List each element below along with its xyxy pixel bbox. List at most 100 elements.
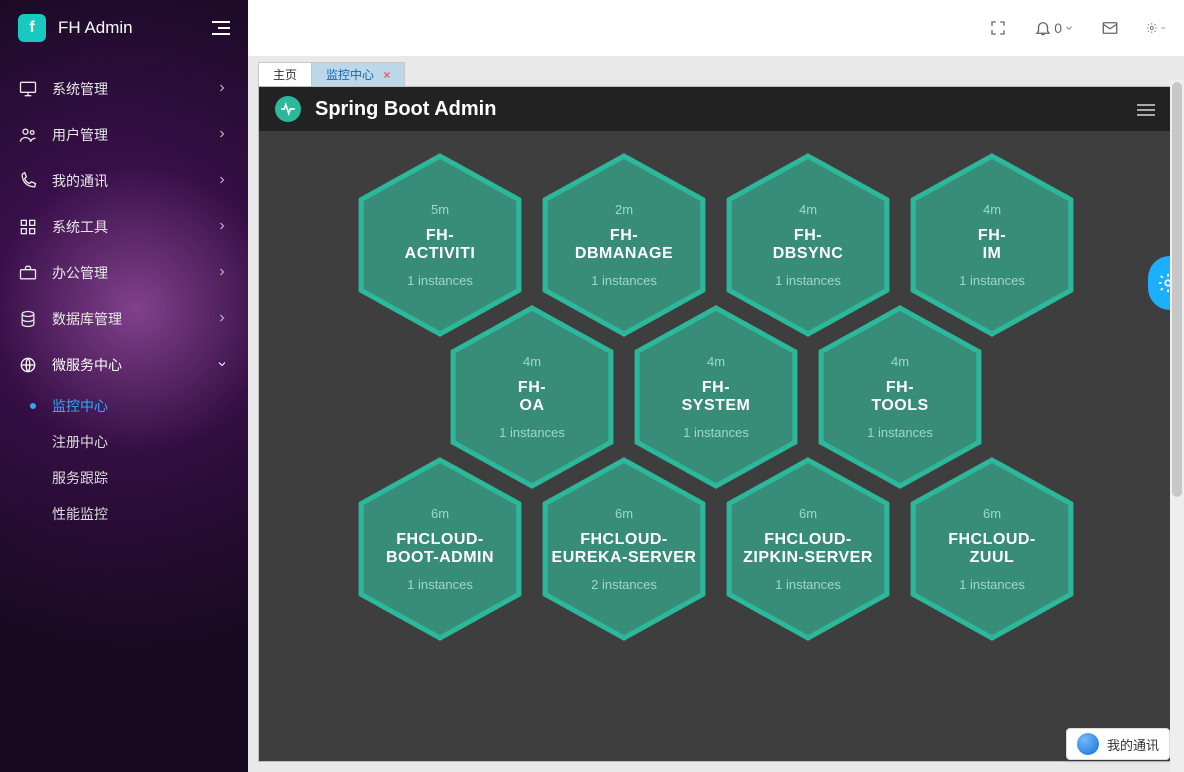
subnav-perf-monitor[interactable]: 性能监控 bbox=[0, 496, 248, 532]
content-wrap: 主页 监控中心 × Spring Boot Admin 5m FH- bbox=[248, 56, 1184, 772]
sidebar-subnav: 监控中心 注册中心 服务跟踪 性能监控 bbox=[0, 388, 248, 532]
sidebar-item-microservice-center[interactable]: 微服务中心 bbox=[0, 342, 248, 388]
settings-button[interactable] bbox=[1146, 18, 1166, 38]
tab-label: 主页 bbox=[273, 68, 297, 82]
avatar-icon bbox=[1077, 733, 1099, 755]
service-instances: 1 instances bbox=[499, 425, 565, 440]
service-instances: 1 instances bbox=[775, 577, 841, 592]
sidebar-item-system-manage[interactable]: 系统管理 bbox=[0, 66, 248, 112]
phone-icon bbox=[18, 171, 38, 191]
service-name: FH- SYSTEM bbox=[682, 379, 751, 416]
service-uptime: 4m bbox=[523, 354, 541, 369]
fullscreen-button[interactable] bbox=[988, 18, 1008, 38]
notif-count: 0 bbox=[1054, 20, 1062, 36]
service-instances: 1 instances bbox=[683, 425, 749, 440]
hex-content: 6m FHCLOUD- ZUUL 1 instances bbox=[906, 455, 1078, 643]
heartbeat-icon bbox=[275, 96, 301, 122]
notifications-button[interactable]: 0 bbox=[1034, 19, 1074, 37]
service-uptime: 6m bbox=[431, 506, 449, 521]
service-name: FH- DBMANAGE bbox=[575, 227, 673, 264]
sba-header: Spring Boot Admin bbox=[259, 87, 1173, 131]
grid-icon bbox=[18, 217, 38, 237]
service-instances: 1 instances bbox=[959, 273, 1025, 288]
service-name: FH- TOOLS bbox=[871, 379, 928, 416]
main-area: 0 主页 监控中心 × bbox=[248, 0, 1184, 772]
spring-boot-admin-panel: Spring Boot Admin 5m FH- ACTIVITI 1 inst… bbox=[258, 86, 1174, 762]
service-hexagon[interactable]: 6m FHCLOUD- EUREKA-SERVER 2 instances bbox=[538, 455, 710, 643]
topbar: 0 bbox=[248, 0, 1184, 56]
service-hexagon[interactable]: 6m FHCLOUD- ZIPKIN-SERVER 1 instances bbox=[722, 455, 894, 643]
service-hexagon[interactable]: 6m FHCLOUD- ZUUL 1 instances bbox=[906, 455, 1078, 643]
tab-monitor-center[interactable]: 监控中心 × bbox=[311, 62, 405, 86]
sidebar-item-my-contacts[interactable]: 我的通讯 bbox=[0, 158, 248, 204]
chevron-right-icon bbox=[216, 219, 228, 235]
subnav-label: 性能监控 bbox=[52, 504, 108, 524]
service-uptime: 6m bbox=[615, 506, 633, 521]
chevron-right-icon bbox=[216, 127, 228, 143]
service-uptime: 6m bbox=[983, 506, 1001, 521]
sidebar-item-label: 系统管理 bbox=[52, 79, 108, 99]
tab-home[interactable]: 主页 bbox=[258, 62, 312, 86]
hex-content: 6m FHCLOUD- BOOT-ADMIN 1 instances bbox=[354, 455, 526, 643]
monitor-icon bbox=[18, 79, 38, 99]
scrollbar[interactable] bbox=[1170, 80, 1184, 772]
sidebar-item-label: 微服务中心 bbox=[52, 355, 122, 375]
briefcase-icon bbox=[18, 263, 38, 283]
chevron-right-icon bbox=[216, 311, 228, 327]
hex-content: 6m FHCLOUD- ZIPKIN-SERVER 1 instances bbox=[722, 455, 894, 643]
tab-close-icon[interactable]: × bbox=[383, 68, 390, 82]
service-uptime: 6m bbox=[799, 506, 817, 521]
sidebar-item-system-tools[interactable]: 系统工具 bbox=[0, 204, 248, 250]
service-uptime: 4m bbox=[707, 354, 725, 369]
users-icon bbox=[18, 125, 38, 145]
tabs: 主页 监控中心 × bbox=[248, 62, 1174, 86]
subnav-label: 注册中心 bbox=[52, 432, 108, 452]
service-name: FHCLOUD- ZIPKIN-SERVER bbox=[743, 531, 873, 568]
service-name: FH- IM bbox=[978, 227, 1006, 264]
sidebar-item-label: 办公管理 bbox=[52, 263, 108, 283]
service-name: FH- ACTIVITI bbox=[405, 227, 476, 264]
service-uptime: 4m bbox=[891, 354, 909, 369]
sidebar-item-office-manage[interactable]: 办公管理 bbox=[0, 250, 248, 296]
brand-bar: f FH Admin bbox=[0, 0, 248, 56]
chat-float-button[interactable]: 我的通讯 bbox=[1066, 728, 1170, 760]
service-instances: 1 instances bbox=[407, 273, 473, 288]
subnav-monitor-center[interactable]: 监控中心 bbox=[0, 388, 248, 424]
service-instances: 2 instances bbox=[591, 577, 657, 592]
service-name: FH- DBSYNC bbox=[773, 227, 844, 264]
brand-logo-icon: f bbox=[18, 14, 46, 42]
subnav-trace[interactable]: 服务跟踪 bbox=[0, 460, 248, 496]
sidebar-item-user-manage[interactable]: 用户管理 bbox=[0, 112, 248, 158]
sidebar-item-label: 我的通讯 bbox=[52, 171, 108, 191]
tab-label: 监控中心 bbox=[326, 68, 374, 82]
service-name: FHCLOUD- BOOT-ADMIN bbox=[386, 531, 494, 568]
sidebar-item-label: 用户管理 bbox=[52, 125, 108, 145]
service-name: FHCLOUD- EUREKA-SERVER bbox=[552, 531, 697, 568]
chevron-right-icon bbox=[216, 173, 228, 189]
mail-button[interactable] bbox=[1100, 18, 1120, 38]
service-uptime: 5m bbox=[431, 202, 449, 217]
chevron-right-icon bbox=[216, 265, 228, 281]
service-instances: 1 instances bbox=[959, 577, 1025, 592]
chevron-down-icon bbox=[216, 357, 228, 373]
sidebar-item-label: 系统工具 bbox=[52, 217, 108, 237]
sidebar-item-label: 数据库管理 bbox=[52, 309, 122, 329]
sidebar-collapse-button[interactable] bbox=[210, 21, 230, 35]
service-instances: 1 instances bbox=[775, 273, 841, 288]
scrollbar-thumb[interactable] bbox=[1172, 82, 1182, 497]
subnav-label: 监控中心 bbox=[52, 396, 108, 416]
service-uptime: 2m bbox=[615, 202, 633, 217]
service-instances: 1 instances bbox=[867, 425, 933, 440]
chevron-right-icon bbox=[216, 81, 228, 97]
service-hexagon[interactable]: 6m FHCLOUD- BOOT-ADMIN 1 instances bbox=[354, 455, 526, 643]
service-instances: 1 instances bbox=[591, 273, 657, 288]
sba-menu-button[interactable] bbox=[1137, 101, 1155, 119]
subnav-registry-center[interactable]: 注册中心 bbox=[0, 424, 248, 460]
sba-body: 5m FH- ACTIVITI 1 instances 2m FH- DBMAN… bbox=[259, 131, 1173, 761]
service-uptime: 4m bbox=[983, 202, 1001, 217]
chat-label: 我的通讯 bbox=[1107, 735, 1159, 754]
sidebar-item-database-manage[interactable]: 数据库管理 bbox=[0, 296, 248, 342]
sba-title: Spring Boot Admin bbox=[315, 98, 496, 121]
sidebar: f FH Admin 系统管理 用户管理 bbox=[0, 0, 248, 772]
service-instances: 1 instances bbox=[407, 577, 473, 592]
